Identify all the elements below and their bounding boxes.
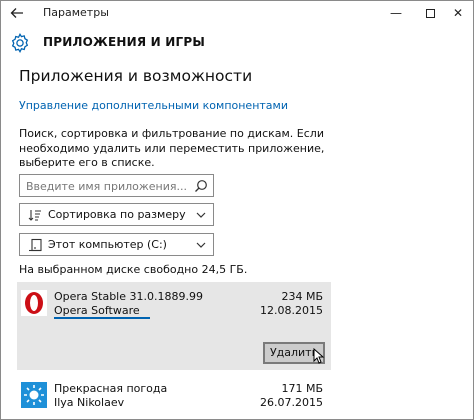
app-list-item-opera[interactable]: Opera Stable 31.0.1889.99 Opera Software… bbox=[17, 282, 331, 370]
sort-icon bbox=[28, 210, 41, 221]
app-name: Opera Stable 31.0.1889.99 bbox=[54, 290, 203, 303]
search-icon[interactable] bbox=[194, 179, 208, 193]
app-publisher: Ilya Nikolaev bbox=[54, 396, 125, 409]
minimize-button[interactable]: — bbox=[379, 1, 413, 26]
close-icon: ✕ bbox=[452, 6, 464, 20]
search-box[interactable] bbox=[19, 174, 214, 197]
manage-optional-features-link[interactable]: Управление дополнительными компонентами bbox=[19, 99, 288, 112]
weather-sun-icon bbox=[21, 382, 47, 408]
free-space-text: На выбранном диске свободно 24,5 ГБ. bbox=[19, 263, 248, 276]
window-title: Параметры bbox=[43, 6, 109, 19]
search-input[interactable] bbox=[26, 178, 186, 194]
maximize-icon bbox=[425, 9, 435, 18]
sort-dropdown-value: Сортировка по размеру bbox=[48, 208, 186, 221]
chevron-down-icon bbox=[196, 242, 206, 248]
selection-underline bbox=[54, 317, 150, 319]
app-size: 234 МБ bbox=[281, 290, 323, 303]
section-title: ПРИЛОЖЕНИЯ И ИГРЫ bbox=[43, 35, 205, 49]
drive-dropdown-value: Этот компьютер (C:) bbox=[48, 238, 167, 251]
opera-icon bbox=[21, 290, 47, 316]
minimize-icon: — bbox=[390, 6, 402, 20]
page-header: ПРИЛОЖЕНИЯ И ИГРЫ bbox=[1, 26, 473, 60]
title-bar: Параметры — ✕ bbox=[1, 1, 473, 26]
page-title: Приложения и возможности bbox=[19, 67, 253, 85]
app-install-date: 12.08.2015 bbox=[260, 304, 323, 317]
close-button[interactable]: ✕ bbox=[441, 1, 473, 26]
app-name: Прекрасная погода bbox=[54, 382, 168, 395]
back-arrow-icon[interactable] bbox=[7, 3, 27, 23]
description-text: Поиск, сортировка и фильтрование по диск… bbox=[19, 127, 325, 169]
drive-icon bbox=[29, 238, 42, 252]
chevron-down-icon bbox=[196, 212, 206, 218]
gear-icon bbox=[11, 32, 29, 54]
app-size: 171 МБ bbox=[281, 382, 323, 395]
app-list-item-weather[interactable]: Прекрасная погода Ilya Nikolaev 171 МБ 2… bbox=[17, 374, 331, 419]
app-publisher: Opera Software bbox=[54, 304, 140, 317]
app-install-date: 26.07.2015 bbox=[260, 396, 323, 409]
mouse-cursor-icon bbox=[313, 348, 325, 364]
sort-dropdown[interactable]: Сортировка по размеру bbox=[19, 203, 214, 226]
settings-window: Параметры — ✕ ПРИЛОЖЕНИЯ И ИГРЫ Приложен… bbox=[0, 0, 474, 420]
drive-dropdown[interactable]: Этот компьютер (C:) bbox=[19, 233, 214, 256]
